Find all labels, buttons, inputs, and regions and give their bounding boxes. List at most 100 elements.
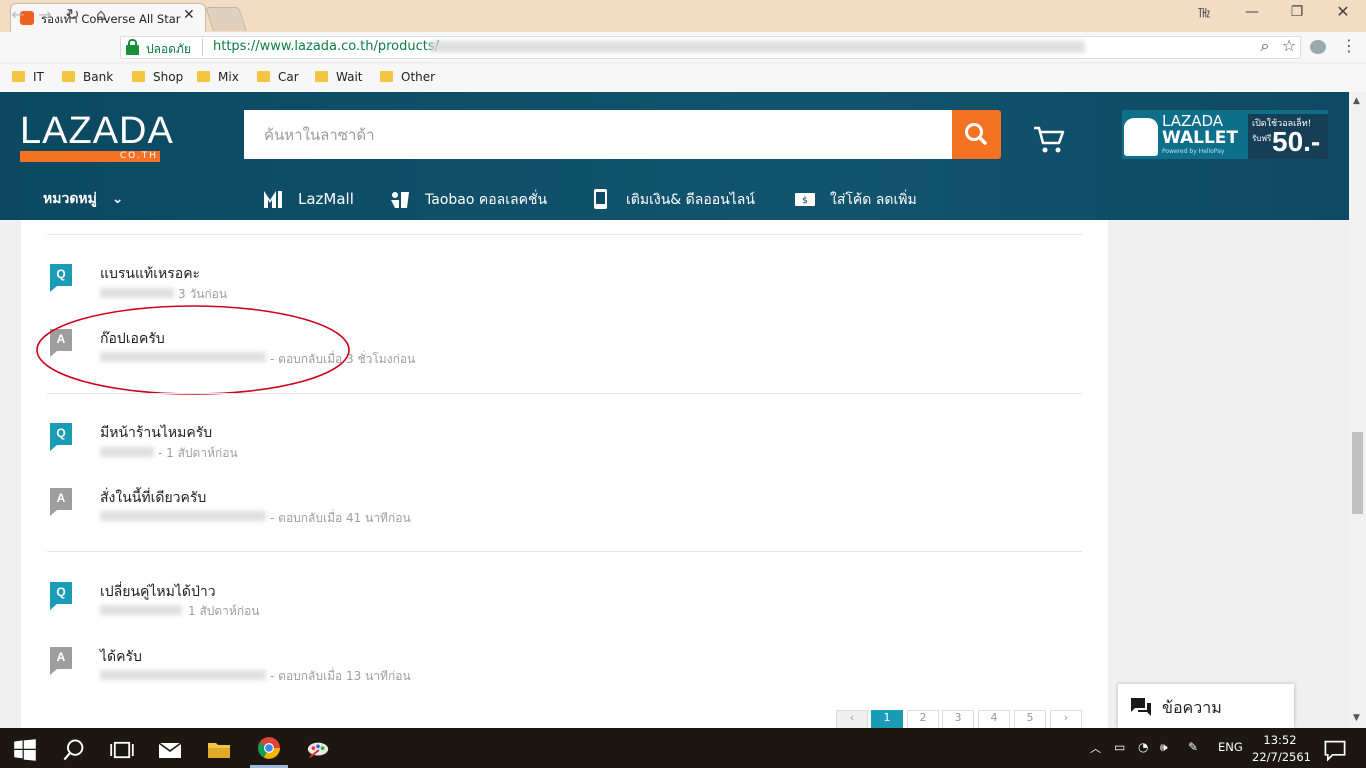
- left-gutter: [0, 220, 21, 728]
- pagination-page-4[interactable]: 4: [978, 710, 1010, 728]
- bookmark-other[interactable]: Other: [380, 70, 435, 84]
- search-button[interactable]: [952, 110, 1001, 159]
- home-icon[interactable]: ⌂: [90, 5, 112, 24]
- chat-widget[interactable]: ข้อความ: [1118, 684, 1294, 728]
- mail-icon[interactable]: [158, 738, 182, 762]
- answer-badge: A: [50, 488, 72, 510]
- seller-name-blurred: [100, 511, 266, 521]
- volume-icon[interactable]: 🕪: [1160, 740, 1168, 755]
- question-meta: 1 สัปดาห์ก่อน: [188, 604, 260, 618]
- extension-icon[interactable]: [1310, 40, 1326, 54]
- bookmark-car[interactable]: Car: [257, 70, 299, 84]
- scroll-down-icon[interactable]: ▼: [1353, 713, 1360, 723]
- categories-label: หมวดหมู่: [43, 191, 97, 207]
- bookmark-mix[interactable]: Mix: [197, 70, 239, 84]
- search-box[interactable]: [244, 110, 952, 159]
- lazmall-label: LazMall: [298, 190, 354, 208]
- topup-label: เติมเงิน& ดีลออนไลน์: [626, 192, 755, 208]
- wallet-mascot-icon: [1124, 118, 1158, 156]
- pagination-page-2[interactable]: 2: [907, 710, 939, 728]
- pen-icon[interactable]: ✎: [1188, 740, 1198, 754]
- question-badge: Q: [50, 423, 72, 445]
- bookmark-bank[interactable]: Bank: [62, 70, 113, 84]
- tray-chevron-icon[interactable]: ︿: [1090, 740, 1101, 756]
- nav-lazmall[interactable]: LazMall: [262, 188, 354, 210]
- nav-voucher[interactable]: $ ใส่โค้ด ลดเพิ่ม: [794, 188, 917, 211]
- search-icon: [965, 123, 987, 145]
- reload-icon[interactable]: ↻: [62, 5, 84, 24]
- clock-date: 22/7/2561: [1252, 750, 1311, 764]
- answer-badge-tail: [50, 669, 57, 675]
- bookmark-it[interactable]: IT: [12, 70, 44, 84]
- lazada-wallet-banner[interactable]: LAZADA WALLET Powered by HelloPay เปิดใช…: [1122, 110, 1328, 159]
- bookmark-shop[interactable]: Shop: [132, 70, 183, 84]
- question-badge-tail: [50, 604, 57, 610]
- back-icon[interactable]: ←: [7, 5, 29, 24]
- question-meta: - 1 สัปดาห์ก่อน: [158, 446, 238, 460]
- chrome-icon[interactable]: [257, 736, 281, 760]
- wifi-icon[interactable]: ◔: [1138, 740, 1148, 754]
- right-column: [1108, 220, 1349, 728]
- nav-topup[interactable]: เติมเงิน& ดีลออนไลน์: [590, 188, 755, 211]
- search-icon[interactable]: [62, 738, 86, 762]
- paint-icon[interactable]: [306, 738, 330, 762]
- battery-icon[interactable]: ▭: [1114, 740, 1125, 754]
- asker-name-blurred: [100, 288, 174, 298]
- bookmark-wait[interactable]: Wait: [315, 70, 363, 84]
- voucher-icon: $: [794, 188, 816, 210]
- lazada-logo[interactable]: LAZADA: [20, 110, 174, 153]
- zoom-icon[interactable]: ⌕: [1254, 36, 1276, 56]
- wallet-line3: Powered by HelloPay: [1162, 148, 1225, 155]
- folder-icon: [62, 71, 75, 82]
- folder-icon: [315, 71, 328, 82]
- file-explorer-icon[interactable]: [207, 738, 231, 762]
- asker-name-blurred: [100, 447, 154, 457]
- chat-icon: [1131, 698, 1151, 716]
- task-view-icon[interactable]: [110, 738, 134, 762]
- nav-taobao[interactable]: Taobao คอลเลคชั่น: [389, 188, 547, 211]
- profile-icon[interactable]: ㎔: [1184, 4, 1224, 21]
- pagination-next[interactable]: ›: [1050, 710, 1082, 728]
- wallet-line2: WALLET: [1162, 128, 1239, 148]
- taobao-label: Taobao คอลเลคชั่น: [425, 192, 548, 208]
- folder-icon: [12, 71, 25, 82]
- page-scrollbar[interactable]: [1349, 92, 1366, 728]
- scrollbar-thumb[interactable]: [1352, 432, 1363, 514]
- bookmark-star-icon[interactable]: ☆: [1278, 36, 1300, 55]
- restore-icon[interactable]: ❐: [1277, 4, 1317, 20]
- minimize-icon[interactable]: —: [1232, 4, 1272, 20]
- wallet-promo-free: รับฟรี: [1252, 134, 1272, 143]
- question-text: มีหน้าร้านไหมครับ: [100, 425, 213, 441]
- pagination-page-3[interactable]: 3: [942, 710, 974, 728]
- answer-text: ได้ครับ: [100, 649, 142, 665]
- cart-icon: [1034, 126, 1065, 153]
- lazmall-icon: [262, 188, 284, 210]
- tab-close-icon[interactable]: ✕: [183, 7, 195, 23]
- windows-start-icon[interactable]: [13, 738, 37, 762]
- folder-icon: [132, 71, 145, 82]
- language-indicator[interactable]: ENG: [1218, 740, 1243, 754]
- folder-icon: [197, 71, 210, 82]
- pagination-page-1[interactable]: 1: [871, 710, 903, 728]
- taskbar-clock[interactable]: 13:52 22/7/2561: [1252, 732, 1311, 766]
- question-badge: Q: [50, 264, 72, 286]
- notifications-icon[interactable]: [1323, 738, 1347, 762]
- forward-icon[interactable]: →: [34, 5, 56, 24]
- pagination-page-5[interactable]: 5: [1014, 710, 1046, 728]
- window-close-icon[interactable]: ✕: [1323, 2, 1363, 21]
- asker-name-blurred: [100, 605, 182, 615]
- categories-menu[interactable]: หมวดหมู่ ⌄: [43, 188, 123, 210]
- svg-text:$: $: [802, 196, 808, 206]
- lock-icon-body: [126, 45, 139, 55]
- pagination-prev[interactable]: ‹: [836, 710, 868, 728]
- search-input[interactable]: [244, 110, 952, 159]
- url-text[interactable]: https://www.lazada.co.th/products/: [213, 39, 439, 54]
- chevron-down-icon: ⌄: [111, 191, 124, 207]
- cart-button[interactable]: [1032, 124, 1066, 160]
- divider: [47, 393, 1082, 394]
- question-text: เปลี่ยนคู่ไหมได้ป่าว: [100, 584, 216, 600]
- scroll-up-icon[interactable]: ▲: [1353, 96, 1360, 106]
- menu-icon[interactable]: ⋮: [1338, 36, 1360, 55]
- wallet-promo: เปิดใช้วอลเล็ท! รับฟรี 50.-: [1248, 114, 1328, 159]
- question-badge-tail: [50, 286, 57, 292]
